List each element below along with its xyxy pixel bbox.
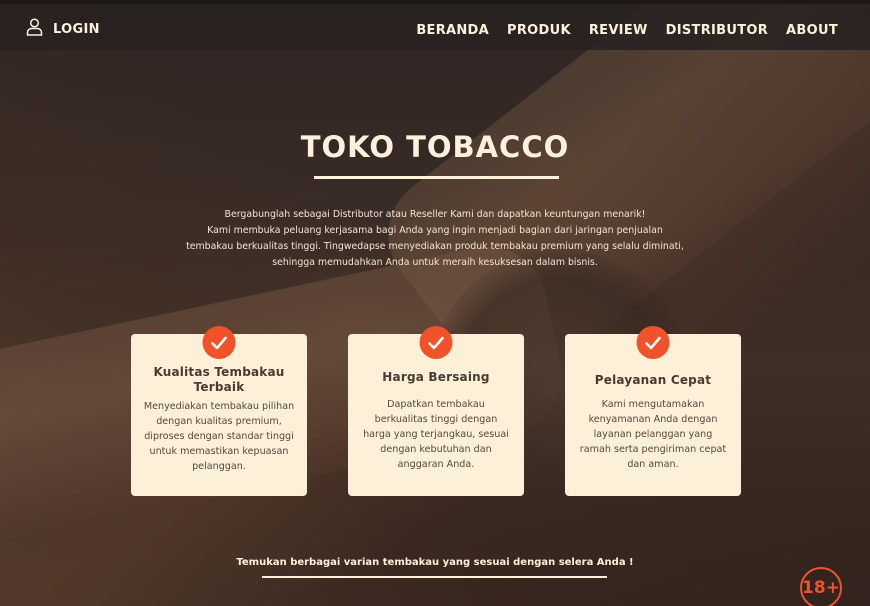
check-icon <box>419 326 453 359</box>
feature-text: Menyediakan tembakau pilihan dengan kual… <box>143 401 295 472</box>
nav-about[interactable]: ABOUT <box>786 23 838 38</box>
feature-title: Pelayanan Cepat <box>594 373 712 387</box>
tagline: Temukan berbagai varian tembakau yang se… <box>236 557 634 568</box>
feature-text: Kami mengutamakan kenyamanan Anda dengan… <box>579 399 727 470</box>
feature-title: Harga Bersaing <box>382 370 490 384</box>
feature-card-price: Harga Bersaing Dapatkan tembakau berkual… <box>348 326 524 496</box>
check-icon <box>202 326 236 359</box>
feature-card-service: Pelayanan Cepat Kami mengutamakan kenyam… <box>565 326 741 496</box>
hero-background <box>0 0 870 606</box>
nav-distributor[interactable]: DISTRIBUTOR <box>666 23 768 38</box>
intro-line: Bergabunglah sebagai Distributor atau Re… <box>224 209 646 220</box>
intro-line: Kami membuka peluang kerjasama bagi Anda… <box>207 225 663 236</box>
login-link[interactable]: LOGIN <box>26 18 100 40</box>
intro-line: sehingga memudahkan Anda untuk meraih ke… <box>272 257 598 268</box>
feature-card-quality: Kualitas Tembakau Terbaik Menyediakan te… <box>131 326 307 496</box>
age-restriction-badge: 18+ <box>800 567 842 606</box>
hero-overlay <box>0 0 870 606</box>
nav-produk[interactable]: PRODUK <box>507 23 571 38</box>
intro-line: tembakau berkualitas tinggi. Tingwedapse… <box>186 241 684 252</box>
top-navbar: LOGIN BERANDA PRODUK REVIEW DISTRIBUTOR … <box>0 0 870 50</box>
title-underline <box>314 176 559 179</box>
feature-text: Dapatkan tembakau berkualitas tinggi den… <box>363 399 509 470</box>
tagline-underline <box>262 576 607 578</box>
page-title: TOKO TOBACCO <box>300 130 570 164</box>
check-icon <box>636 326 670 359</box>
user-icon <box>26 18 43 40</box>
login-label: LOGIN <box>53 21 100 37</box>
feature-title: Kualitas Tembakau Terbaik <box>153 365 285 394</box>
nav-beranda[interactable]: BERANDA <box>416 23 489 38</box>
intro-text: Bergabunglah sebagai Distributor atau Re… <box>185 207 685 271</box>
main-nav: BERANDA PRODUK REVIEW DISTRIBUTOR ABOUT <box>416 23 838 38</box>
nav-review[interactable]: REVIEW <box>589 23 648 38</box>
